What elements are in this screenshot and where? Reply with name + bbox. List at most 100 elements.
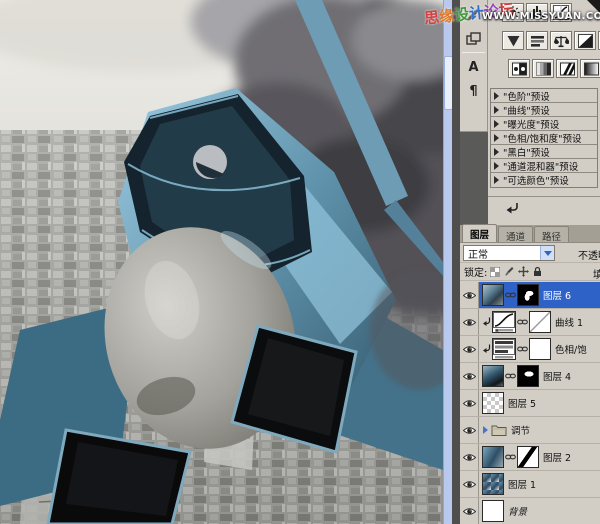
panel-area: A ¶ "色阶"预设"曲线"预设"曝光度"预设"色相/饱和度"预设"黑白"预设"… bbox=[460, 0, 600, 524]
layer-row-content[interactable]: 图层 1 bbox=[479, 471, 600, 497]
layer-mask-thumbnail[interactable] bbox=[529, 311, 551, 333]
hue-saturation-icon[interactable] bbox=[526, 31, 548, 50]
layer-row[interactable]: 图层 5 bbox=[460, 390, 600, 417]
layer-mask-thumbnail[interactable] bbox=[517, 365, 539, 387]
expand-triangle-icon[interactable] bbox=[494, 148, 499, 156]
adjustments-panel-footer bbox=[488, 196, 600, 222]
black-white-icon[interactable] bbox=[574, 31, 596, 50]
layer-row[interactable]: 调节 bbox=[460, 417, 600, 444]
expand-triangle-icon[interactable] bbox=[494, 120, 499, 128]
mask-link-icon[interactable] bbox=[517, 345, 528, 353]
group-expand-triangle-icon[interactable] bbox=[483, 426, 488, 434]
layer-name: 色相/饱 bbox=[555, 342, 587, 356]
mask-link-icon[interactable] bbox=[505, 453, 516, 461]
layer-mask-thumbnail[interactable] bbox=[517, 284, 539, 306]
preset-item[interactable]: "黑白"预设 bbox=[491, 145, 597, 159]
layer-row[interactable]: 图层 4 bbox=[460, 363, 600, 390]
tab-paths[interactable]: 路径 bbox=[534, 226, 569, 242]
layer-mask-thumbnail[interactable] bbox=[517, 446, 539, 468]
dock-empty-area bbox=[460, 132, 488, 225]
photoshop-window: A ¶ "色阶"预设"曲线"预设"曝光度"预设"色相/饱和度"预设"黑白"预设"… bbox=[0, 0, 600, 524]
layer-row-content[interactable]: 色相/饱 bbox=[479, 336, 600, 362]
posterize-icon[interactable] bbox=[532, 59, 554, 78]
layer-row[interactable]: 曲线 1 bbox=[460, 309, 600, 336]
expand-triangle-icon[interactable] bbox=[494, 92, 499, 100]
curves-adjustment-thumbnail[interactable] bbox=[492, 311, 516, 333]
layer-row[interactable]: 色相/饱 bbox=[460, 336, 600, 363]
expand-triangle-icon[interactable] bbox=[494, 176, 499, 184]
layer-name: 曲线 1 bbox=[555, 315, 583, 329]
layer-thumbnail[interactable] bbox=[482, 473, 504, 495]
preset-item[interactable]: "可选颜色"预设 bbox=[491, 173, 597, 187]
lock-transparency-icon[interactable] bbox=[490, 267, 500, 277]
visibility-toggle-eye-icon[interactable] bbox=[460, 363, 479, 389]
hue-saturation-adjustment-thumbnail[interactable] bbox=[492, 338, 516, 360]
layer-thumbnail[interactable] bbox=[482, 392, 504, 414]
layer-name: 图层 4 bbox=[543, 369, 571, 383]
color-balance-icon[interactable] bbox=[550, 31, 572, 50]
layer-comps-panel-icon[interactable] bbox=[464, 28, 484, 48]
layer-thumbnail[interactable] bbox=[482, 500, 504, 522]
layer-list: 图层 6 曲线 1 色相/饱图层 4 图层 5调节图层 2 图层 1 背景 bbox=[460, 282, 600, 524]
layer-row-content[interactable]: 图层 2 bbox=[479, 444, 600, 470]
mask-link-icon[interactable] bbox=[505, 291, 516, 299]
gradient-map-icon[interactable] bbox=[580, 59, 600, 78]
lock-pixels-icon[interactable] bbox=[504, 266, 514, 277]
return-arrow-icon[interactable] bbox=[504, 202, 520, 215]
folder-icon bbox=[491, 424, 507, 436]
layer-name: 背景 bbox=[508, 504, 527, 518]
lock-all-icon[interactable] bbox=[533, 266, 542, 277]
character-panel-icon[interactable]: A bbox=[464, 57, 484, 77]
lock-row: 锁定: 填 bbox=[460, 263, 600, 281]
blend-mode-select[interactable]: 正常 bbox=[463, 245, 555, 261]
preset-item[interactable]: "通道混和器"预设 bbox=[491, 159, 597, 173]
visibility-toggle-eye-icon[interactable] bbox=[460, 444, 479, 470]
mask-link-icon[interactable] bbox=[517, 318, 528, 326]
visibility-toggle-eye-icon[interactable] bbox=[460, 498, 479, 524]
chevron-down-icon[interactable] bbox=[540, 246, 554, 260]
visibility-toggle-eye-icon[interactable] bbox=[460, 336, 479, 362]
preset-label: "色相/饱和度"预设 bbox=[503, 131, 581, 145]
paragraph-panel-icon[interactable]: ¶ bbox=[464, 81, 484, 101]
document-canvas[interactable] bbox=[0, 0, 443, 524]
tab-channels[interactable]: 通道 bbox=[498, 226, 533, 242]
visibility-toggle-eye-icon[interactable] bbox=[460, 390, 479, 416]
visibility-toggle-eye-icon[interactable] bbox=[460, 417, 479, 443]
layer-row-content[interactable]: 调节 bbox=[479, 417, 600, 443]
preset-item[interactable]: "色阶"预设 bbox=[491, 89, 597, 103]
expand-triangle-icon[interactable] bbox=[494, 106, 499, 114]
layer-row-content[interactable]: 图层 5 bbox=[479, 390, 600, 416]
preset-item[interactable]: "色相/饱和度"预设 bbox=[491, 131, 597, 145]
layer-row-content[interactable]: 图层 4 bbox=[479, 363, 600, 389]
layer-thumbnail[interactable] bbox=[482, 284, 504, 306]
layer-row[interactable]: 图层 2 bbox=[460, 444, 600, 471]
layer-row[interactable]: 背景 bbox=[460, 498, 600, 524]
layer-row-content[interactable]: 背景 bbox=[479, 498, 600, 524]
blend-mode-value: 正常 bbox=[464, 246, 540, 261]
layer-name: 图层 2 bbox=[543, 450, 571, 464]
visibility-toggle-eye-icon[interactable] bbox=[460, 282, 479, 308]
watermark-site-url: WWW.MISSYUAN.COM bbox=[482, 11, 600, 22]
jet-photo bbox=[0, 0, 443, 524]
layer-row-content[interactable]: 曲线 1 bbox=[479, 309, 600, 335]
preset-item[interactable]: "曲线"预设 bbox=[491, 103, 597, 117]
visibility-toggle-eye-icon[interactable] bbox=[460, 471, 479, 497]
layer-row-content[interactable]: 图层 6 bbox=[479, 282, 600, 308]
preset-label: "曲线"预设 bbox=[503, 103, 550, 117]
visibility-toggle-eye-icon[interactable] bbox=[460, 309, 479, 335]
expand-triangle-icon[interactable] bbox=[494, 162, 499, 170]
layer-row[interactable]: 图层 6 bbox=[460, 282, 600, 309]
layer-thumbnail[interactable] bbox=[482, 365, 504, 387]
threshold-icon[interactable] bbox=[556, 59, 578, 78]
invert-icon[interactable] bbox=[508, 59, 530, 78]
canvas-vertical-scrollbar[interactable] bbox=[443, 0, 452, 524]
lock-position-icon[interactable] bbox=[518, 266, 529, 277]
layer-row[interactable]: 图层 1 bbox=[460, 471, 600, 498]
vibrance-icon[interactable] bbox=[502, 31, 524, 50]
layer-mask-thumbnail[interactable] bbox=[529, 338, 551, 360]
tab-layers[interactable]: 图层 bbox=[462, 224, 497, 242]
preset-item[interactable]: "曝光度"预设 bbox=[491, 117, 597, 131]
mask-link-icon[interactable] bbox=[505, 372, 516, 380]
layer-thumbnail[interactable] bbox=[482, 446, 504, 468]
expand-triangle-icon[interactable] bbox=[494, 134, 499, 142]
